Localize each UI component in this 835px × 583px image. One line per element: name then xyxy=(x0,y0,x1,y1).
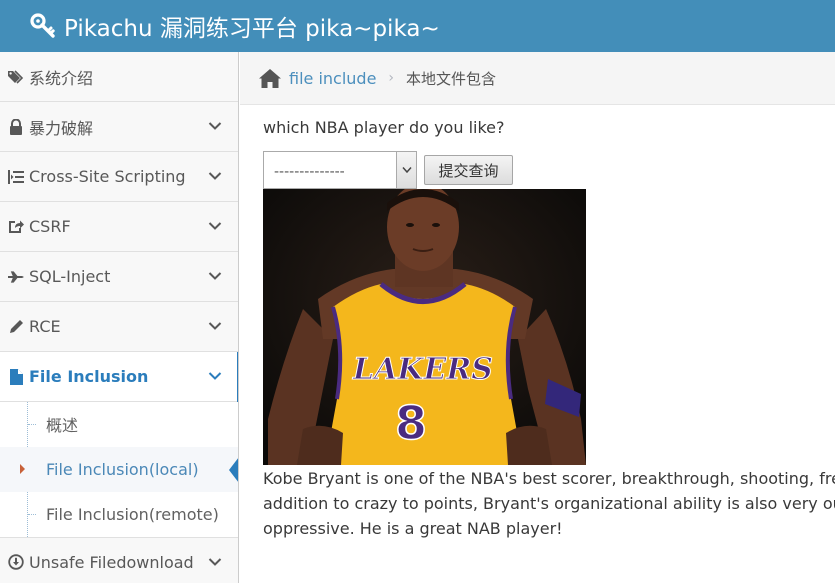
sidebar-item-sql-inject[interactable]: SQL-Inject xyxy=(0,252,238,302)
pencil-icon xyxy=(8,319,24,335)
key-icon xyxy=(30,13,56,39)
top-navbar: Pikachu 漏洞练习平台 pika~pika~ xyxy=(0,0,835,52)
player-description: Kobe Bryant is one of the NBA's best sco… xyxy=(263,466,835,541)
sidebar-item-label: CSRF xyxy=(29,217,71,236)
sidebar-item-label: SQL-Inject xyxy=(29,267,111,286)
player-photo: LAKERS 8 xyxy=(263,189,586,465)
fighter-jet-icon xyxy=(8,269,24,285)
select-arrow-icon[interactable] xyxy=(396,152,416,188)
indent-icon xyxy=(8,169,24,185)
sidebar-item-xss[interactable]: Cross-Site Scripting xyxy=(0,152,238,202)
description-line: addition to crazy to points, Bryant's or… xyxy=(263,494,835,513)
tags-icon xyxy=(8,69,24,85)
home-icon[interactable] xyxy=(259,68,281,88)
download-circle-icon xyxy=(8,554,24,570)
chevron-down-icon[interactable] xyxy=(208,555,222,569)
file-icon xyxy=(8,368,24,385)
chevron-down-icon[interactable] xyxy=(208,219,222,233)
question-text: which NBA player do you like? xyxy=(263,118,505,137)
chevron-down-icon[interactable] xyxy=(208,269,222,283)
breadcrumb-current: 本地文件包含 xyxy=(406,69,497,88)
lock-icon xyxy=(8,118,24,135)
player-select[interactable]: -------------- xyxy=(263,151,417,189)
brand-title: Pikachu 漏洞练习平台 pika~pika~ xyxy=(64,16,440,42)
jersey-number: 8 xyxy=(395,396,427,450)
chevron-down-icon[interactable] xyxy=(208,369,222,383)
chevron-down-icon[interactable] xyxy=(208,319,222,333)
submenu-item-label: File Inclusion(remote) xyxy=(46,504,219,524)
submenu-item-file-inclusion-remote[interactable]: File Inclusion(remote) xyxy=(0,492,238,537)
sidebar-item-label: 暴力破解 xyxy=(29,118,94,138)
jersey-text: LAKERS xyxy=(352,352,493,387)
share-square-icon xyxy=(8,219,24,235)
sidebar: 系统介绍 暴力破解 Cross-Site Scripting CSRF SQL-… xyxy=(0,52,239,583)
submenu-item-file-inclusion-local[interactable]: File Inclusion(local) xyxy=(0,447,238,492)
sidebar-item-file-inclusion[interactable]: File Inclusion xyxy=(0,352,238,402)
submit-button[interactable]: 提交查询 xyxy=(424,155,513,185)
sidebar-item-csrf[interactable]: CSRF xyxy=(0,202,238,252)
sidebar-item-unsafe-filedownload[interactable]: Unsafe Filedownload xyxy=(0,537,238,583)
sidebar-item-brute-force[interactable]: 暴力破解 xyxy=(0,102,238,152)
sidebar-item-label: 系统介绍 xyxy=(29,68,94,88)
main-content: which NBA player do you like? ----------… xyxy=(240,105,835,583)
chevron-down-icon[interactable] xyxy=(208,169,222,183)
sidebar-item-label: Unsafe Filedownload xyxy=(29,552,194,572)
description-line: Kobe Bryant is one of the NBA's best sco… xyxy=(263,469,835,488)
submenu-item-label: File Inclusion(local) xyxy=(46,459,199,479)
sidebar-item-system-intro[interactable]: 系统介绍 xyxy=(0,52,238,102)
select-value: -------------- xyxy=(274,164,345,180)
file-inclusion-submenu: 概述 File Inclusion(local) File Inclusion(… xyxy=(0,402,238,537)
sidebar-item-label: RCE xyxy=(29,317,61,336)
brand[interactable]: Pikachu 漏洞练习平台 pika~pika~ xyxy=(30,8,440,44)
chevron-down-icon[interactable] xyxy=(208,119,222,133)
sidebar-item-rce[interactable]: RCE xyxy=(0,302,238,352)
active-indicator xyxy=(229,457,238,483)
caret-right-icon xyxy=(20,464,25,474)
submenu-item-label: 概述 xyxy=(46,416,79,435)
sidebar-item-label: Cross-Site Scripting xyxy=(29,167,186,186)
breadcrumb-link-file-include[interactable]: file include xyxy=(289,69,376,88)
description-line: oppressive. He is a great NAB player! xyxy=(263,519,563,538)
submenu-item-overview[interactable]: 概述 xyxy=(0,402,238,447)
breadcrumb: file include › 本地文件包含 xyxy=(240,52,835,105)
breadcrumb-separator-icon: › xyxy=(388,70,395,86)
sidebar-item-label: File Inclusion xyxy=(29,367,149,386)
